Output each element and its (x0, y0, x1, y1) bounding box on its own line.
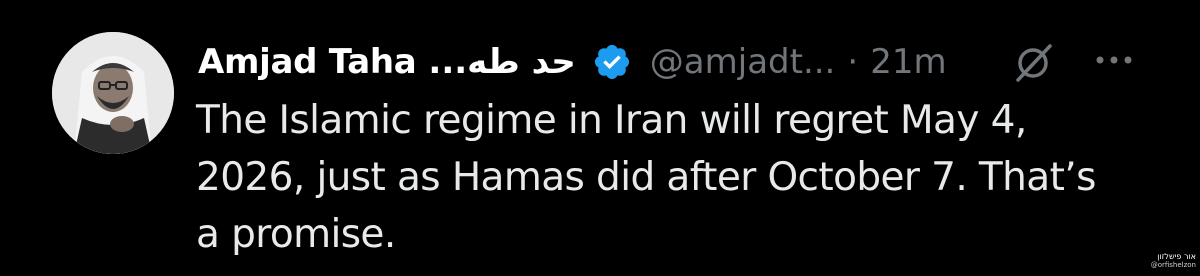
tweet-text-line: The Islamic regime in Iran will regret M… (196, 98, 1027, 143)
tweet: Amjad Taha ...حد طه @amjadt... · 21m The… (0, 0, 1200, 276)
tweet-text: The Islamic regime in Iran will regret M… (196, 92, 1156, 263)
timestamp[interactable]: 21m (870, 42, 946, 82)
more-options-icon[interactable] (1092, 50, 1136, 70)
avatar[interactable] (52, 32, 174, 154)
verified-badge-icon (592, 42, 632, 82)
watermark-handle: @orfishelzon (1150, 261, 1196, 269)
handle[interactable]: @amjadt... (650, 42, 836, 82)
separator-dot: · (847, 42, 859, 82)
avatar-photo (52, 32, 174, 154)
watermark-name: אור פישלזון (1157, 252, 1196, 261)
display-name[interactable]: Amjad Taha (198, 42, 417, 82)
tweet-text-line: a promise. (196, 212, 396, 257)
tweet-header: Amjad Taha ...حد طه @amjadt... · 21m (198, 34, 947, 90)
tweet-text-line: 2026, just as Hamas did after October 7.… (196, 155, 1096, 200)
grok-icon[interactable] (1012, 42, 1054, 84)
watermark: אור פישלזון @orfishelzon (1134, 252, 1196, 272)
display-name-arabic[interactable]: ...حد طه (428, 42, 576, 82)
